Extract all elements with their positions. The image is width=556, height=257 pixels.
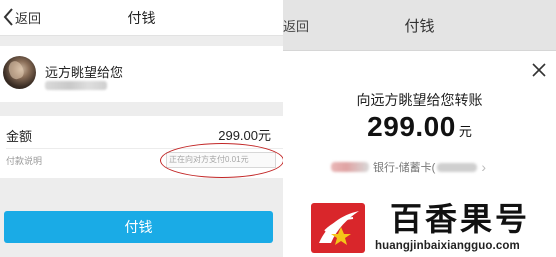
avatar [3, 56, 36, 89]
transfer-amount: 299.00 元 [283, 111, 556, 143]
logo-icon [311, 203, 365, 253]
masked-account [45, 81, 107, 90]
watermark: 百香果号 huangjinbaixiangguo.com [308, 200, 556, 257]
transfer-text: 向远方眺望给您转账 [356, 92, 483, 108]
page-title: 付钱 [127, 10, 156, 26]
card-label: 银行-储蓄卡( [373, 162, 436, 174]
close-icon[interactable] [531, 62, 547, 78]
payee-card: 远方眺望给您 [0, 46, 283, 102]
background-title: 付钱 [404, 18, 435, 35]
amount-unit: 元 [458, 124, 472, 139]
highlight-ellipse [160, 143, 283, 178]
brand-domain: huangjinbaixiangguo.com [375, 240, 520, 252]
pay-button[interactable]: 付钱 [4, 211, 273, 243]
left-screen: 返回 付钱 远方眺望给您 金额 299.00元 付款说明 正在向对方支付0.01… [0, 0, 283, 257]
note-label: 付款说明 [6, 156, 43, 166]
masked-bank-name [331, 162, 369, 172]
amount-label: 金额 [6, 129, 33, 144]
brand-name: 百香果号 [390, 200, 531, 238]
payee-name: 远方眺望给您 [45, 65, 124, 80]
masked-card-number [437, 162, 478, 172]
amount-number: 299.00 [367, 111, 456, 142]
payment-card-selector[interactable]: 银行-储蓄卡( › [331, 158, 486, 176]
chevron-right-icon: › [481, 159, 486, 175]
amount-value[interactable]: 299.00元 [218, 125, 271, 144]
left-top-bar: 返回 付钱 [0, 0, 283, 36]
